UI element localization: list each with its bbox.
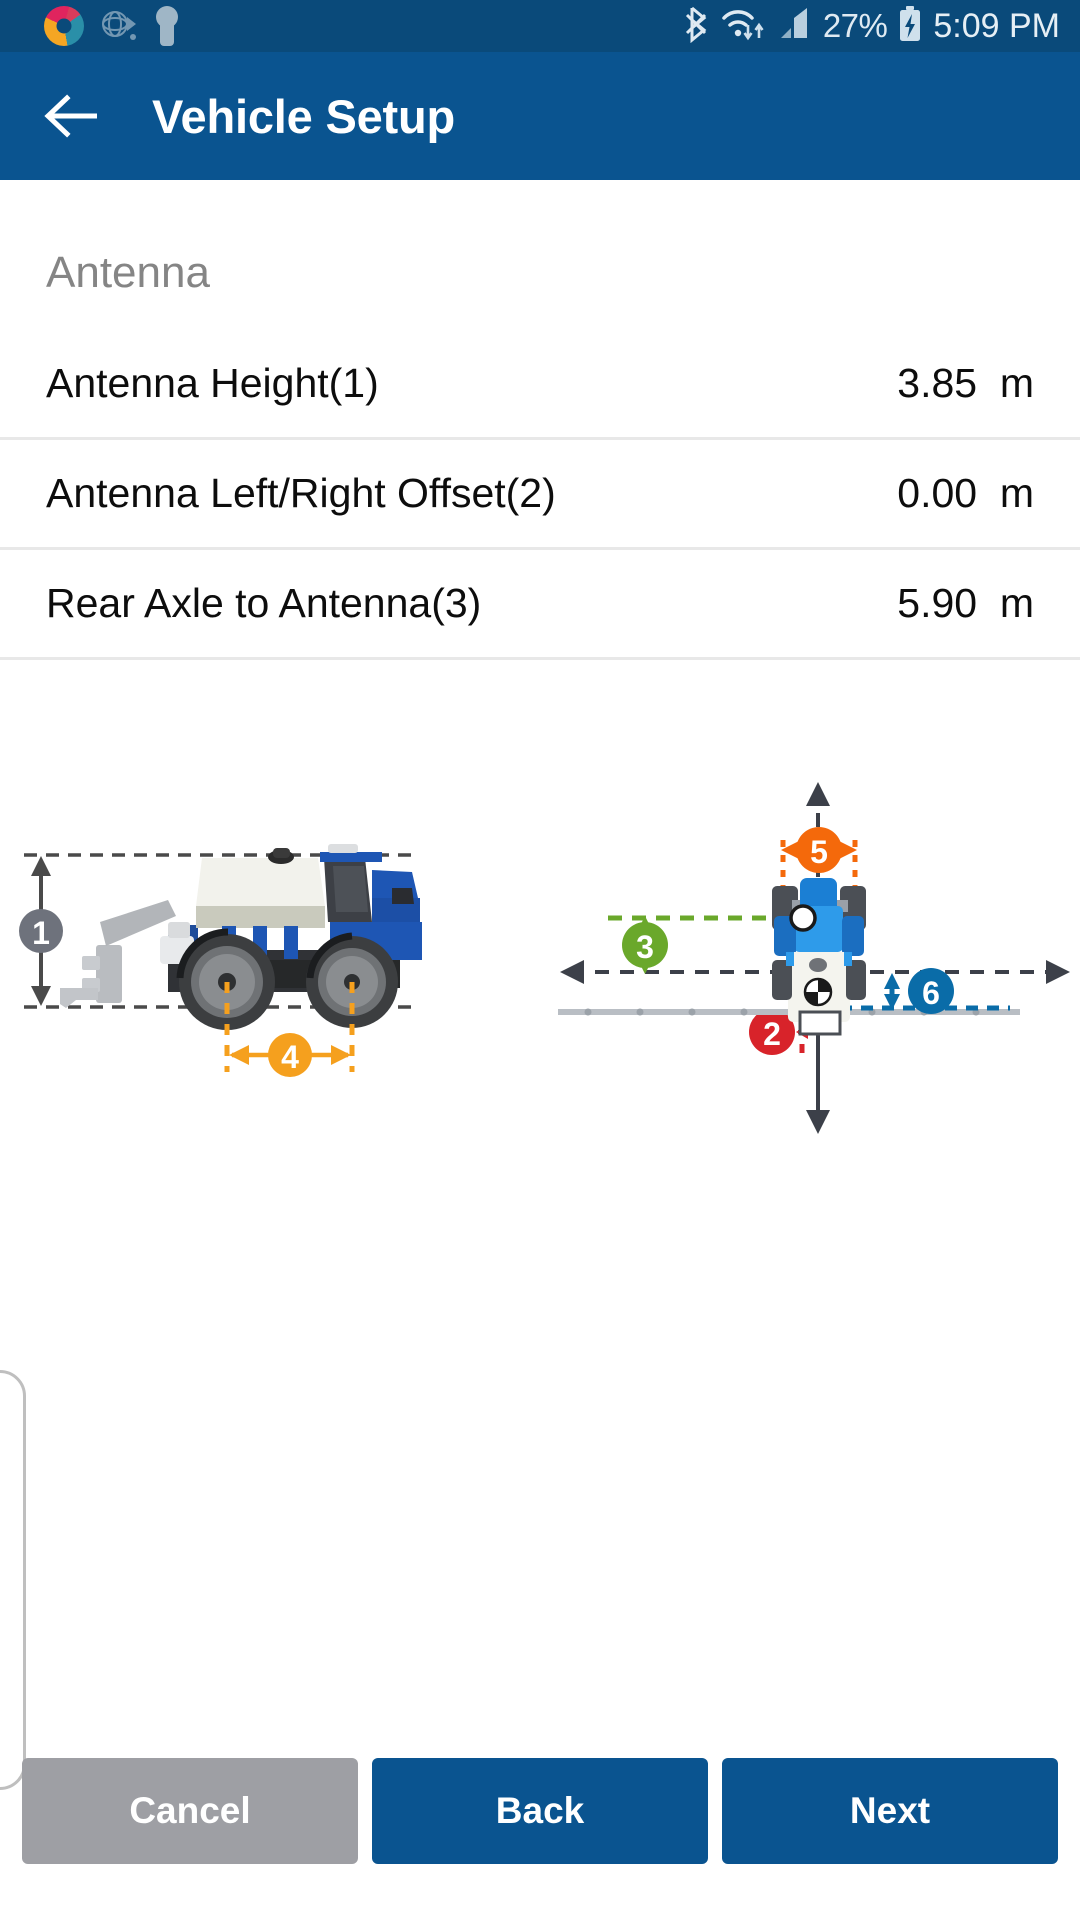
- chrome-logo-icon: [44, 6, 84, 46]
- status-bar: 27% 5:09 PM: [0, 0, 1080, 52]
- setting-label: Antenna Height(1): [46, 360, 379, 406]
- keyhole-icon: [154, 6, 180, 46]
- setting-value: 5.90 m: [897, 580, 1034, 626]
- wifi-icon: [721, 5, 767, 48]
- wizard-button-bar: Cancel Back Next: [0, 1758, 1080, 1864]
- setting-label: Antenna Left/Right Offset(2): [46, 470, 556, 516]
- globe-icon: [100, 9, 138, 43]
- side-view-diagram: 1 4: [19, 844, 422, 1077]
- setting-value: 3.85 m: [897, 360, 1034, 406]
- app-header: Vehicle Setup: [0, 52, 1080, 180]
- battery-charging-icon: [897, 5, 923, 48]
- setting-value: 0.00 m: [897, 470, 1034, 516]
- settings-list: Antenna Height(1) 3.85 m Antenna Left/Ri…: [0, 330, 1080, 660]
- status-bar-right-icons: 27% 5:09 PM: [685, 0, 1060, 52]
- status-bar-left-icons: [44, 6, 180, 46]
- arrow-left-icon[interactable]: [42, 86, 102, 146]
- next-button[interactable]: Next: [722, 1758, 1058, 1864]
- svg-text:1: 1: [32, 915, 50, 951]
- list-item[interactable]: Antenna Height(1) 3.85 m: [0, 330, 1080, 440]
- svg-text:3: 3: [636, 929, 654, 965]
- battery-percent-label: 27%: [822, 7, 888, 44]
- clock-label: 5:09 PM: [933, 6, 1060, 45]
- svg-text:2: 2: [763, 1016, 781, 1052]
- svg-text:5: 5: [810, 834, 828, 870]
- list-item[interactable]: Rear Axle to Antenna(3) 5.90 m: [0, 550, 1080, 660]
- vehicle-dimension-diagram: 1 4 5 3 2 6: [0, 660, 1080, 1720]
- page-title: Vehicle Setup: [152, 89, 456, 143]
- svg-text:4: 4: [281, 1039, 299, 1075]
- top-view-diagram: 5 3 2 6: [558, 782, 1070, 1134]
- cancel-button[interactable]: Cancel: [22, 1758, 358, 1864]
- svg-text:6: 6: [922, 975, 940, 1011]
- cellular-signal-icon: [777, 6, 813, 47]
- list-item[interactable]: Antenna Left/Right Offset(2) 0.00 m: [0, 440, 1080, 550]
- back-button[interactable]: Back: [372, 1758, 708, 1864]
- setting-label: Rear Axle to Antenna(3): [46, 580, 482, 626]
- offscreen-card-outline: [0, 1370, 26, 1790]
- section-header-antenna: Antenna: [46, 248, 210, 297]
- bluetooth-icon: [685, 5, 711, 48]
